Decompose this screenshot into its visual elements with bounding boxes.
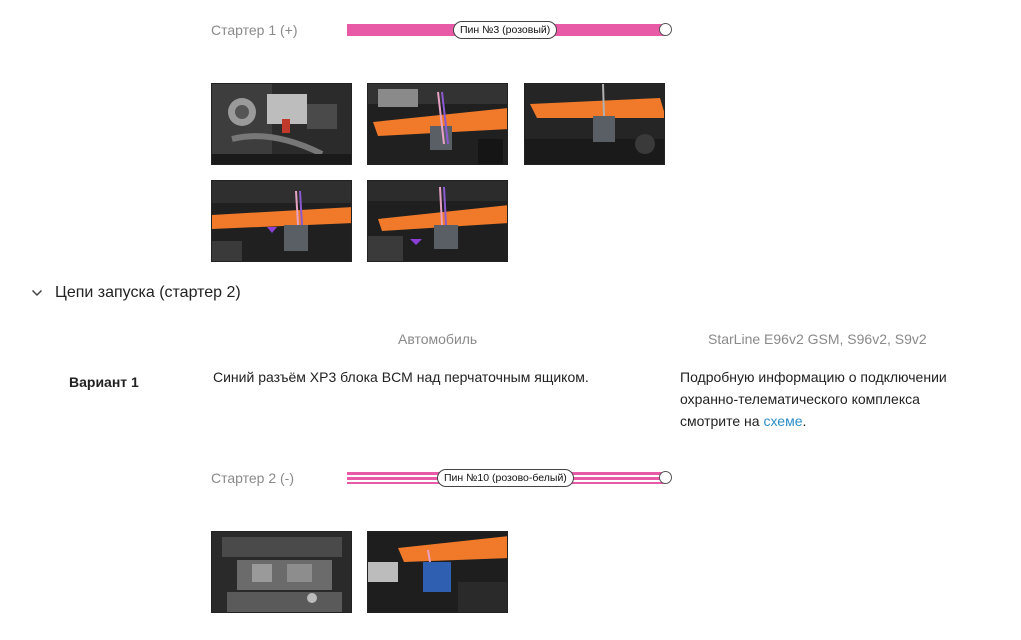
- starter1-photo-3[interactable]: [524, 83, 665, 165]
- starter1-photo-1[interactable]: [211, 83, 352, 165]
- column-header-starline: StarLine E96v2 GSM, S96v2, S9v2: [708, 331, 927, 347]
- variant-info: Подробную информацию о подключении охран…: [680, 366, 980, 432]
- starter1-photo-2[interactable]: [367, 83, 508, 165]
- starter1-photo-5[interactable]: [367, 180, 508, 262]
- scheme-link[interactable]: схеме: [763, 413, 802, 429]
- info-suffix: .: [802, 413, 807, 429]
- info-line-2: охранно-телематического комплекса: [680, 391, 920, 407]
- info-prefix: смотрите на: [680, 413, 760, 429]
- info-line-3: смотрите на схеме.: [680, 410, 980, 432]
- chevron-down-icon[interactable]: [31, 287, 43, 302]
- column-header-car: Автомобиль: [398, 331, 478, 347]
- starter2-pin-tag: Пин №10 (розово-белый): [437, 469, 574, 487]
- starter1-label: Стартер 1 (+): [211, 22, 298, 38]
- starter2-wire-end-icon: [659, 471, 672, 484]
- variant-label: Вариант 1: [69, 374, 139, 390]
- starter1-pin-tag: Пин №3 (розовый): [453, 21, 558, 39]
- section-title[interactable]: Цепи запуска (стартер 2): [55, 284, 241, 302]
- starter2-photo-2[interactable]: [367, 531, 508, 613]
- info-line-1: Подробную информацию о подключении: [680, 369, 947, 385]
- starter1-wire-end-icon: [659, 23, 672, 36]
- starter2-photo-1[interactable]: [211, 531, 352, 613]
- starter2-label: Стартер 2 (-): [211, 470, 295, 486]
- variant-car-text: Синий разъём XP3 блока BCM над перчаточн…: [213, 369, 589, 385]
- starter1-photo-4[interactable]: [211, 180, 352, 262]
